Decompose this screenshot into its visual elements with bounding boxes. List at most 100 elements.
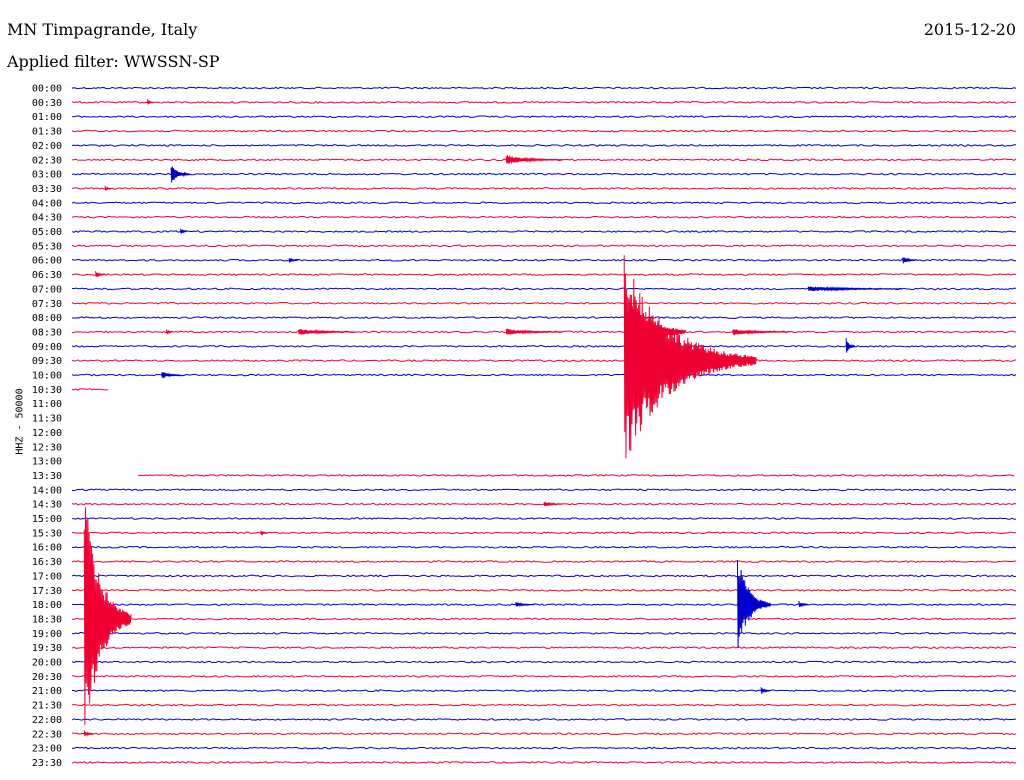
trace-row (72, 316, 1017, 320)
row-time-label: 16:30 (32, 557, 62, 568)
trace-row (71, 144, 1017, 147)
row-time-label: 07:30 (32, 299, 62, 310)
row-time-label: 18:30 (32, 614, 62, 625)
seismic-event (95, 270, 105, 278)
trace-row (71, 388, 109, 391)
seismic-event (161, 372, 181, 379)
row-time-label: 05:00 (32, 227, 62, 238)
trace-row (71, 689, 1017, 693)
seismic-events (83, 99, 917, 738)
row-time-label: 16:00 (32, 543, 62, 554)
seismic-event (505, 155, 563, 164)
trace-row (71, 732, 1017, 736)
seismic-event (543, 501, 563, 507)
trace-row (71, 230, 1017, 233)
trace-row (71, 201, 1017, 205)
trace-row (137, 474, 1015, 477)
seismic-event (737, 560, 771, 649)
trace-row (71, 517, 1017, 520)
seismic-event (298, 328, 356, 335)
trace-row (71, 344, 1017, 348)
row-time-label: 14:00 (32, 485, 62, 496)
trace-row (71, 172, 1017, 176)
trace-row (71, 761, 1017, 764)
row-time-label: 13:30 (32, 471, 62, 482)
trace-row (71, 244, 1017, 248)
trace-row (71, 717, 1017, 721)
trace-row (71, 100, 1017, 104)
helicorder-plot: 00:00 00:30 01:00 01:30 02:00 02:30 03:00 03:30… (32, 84, 1017, 769)
row-time-label: 02:30 (32, 155, 62, 166)
row-time-label: 09:00 (32, 342, 62, 353)
row-time-label: 23:00 (32, 744, 62, 755)
seismic-event (147, 99, 154, 105)
row-time-label: 15:00 (32, 514, 62, 525)
trace-row (71, 617, 1017, 621)
trace-row (71, 603, 1017, 606)
seismic-event (807, 286, 903, 292)
trace-row (71, 631, 1017, 635)
trace-row (71, 545, 1017, 549)
row-labels: 00:00 00:30 01:00 01:30 02:00 02:30 03:00 03:30… (32, 84, 62, 769)
row-time-label: 17:30 (32, 586, 62, 597)
row-time-label: 18:00 (32, 600, 62, 611)
row-time-label: 19:30 (32, 643, 62, 654)
trace-row (71, 560, 1017, 563)
seismic-event (260, 530, 268, 536)
row-time-label: 20:30 (32, 672, 62, 683)
seismic-event (623, 255, 757, 459)
seismic-event (505, 328, 563, 335)
trace-row (71, 746, 1017, 750)
row-time-label: 14:30 (32, 500, 62, 511)
row-time-label: 19:00 (32, 629, 62, 640)
row-time-label: 09:30 (32, 356, 62, 367)
seismic-event (732, 329, 790, 336)
trace-row (71, 273, 1017, 276)
row-time-label: 17:00 (32, 571, 62, 582)
trace-row (71, 86, 1017, 90)
seismic-event (165, 329, 173, 335)
seismic-event (760, 687, 771, 694)
row-time-label: 00:00 (32, 84, 62, 95)
row-time-label: 01:30 (32, 127, 62, 138)
trace-row (71, 574, 1017, 578)
trace-row (71, 674, 1017, 678)
trace-row (71, 531, 1017, 535)
row-time-label: 15:30 (32, 528, 62, 539)
row-time-label: 07:00 (32, 284, 62, 295)
trace-rows (71, 86, 1017, 764)
row-time-label: 13:00 (32, 457, 62, 468)
trace-row (71, 703, 1017, 707)
seismic-event (170, 166, 191, 183)
trace-row (71, 129, 1017, 133)
row-time-label: 05:30 (32, 241, 62, 252)
seismic-event (845, 338, 856, 353)
seismic-event (515, 602, 535, 608)
trace-row (71, 588, 1017, 592)
trace-row (71, 115, 1017, 119)
trace-row (71, 660, 1017, 664)
row-time-label: 00:30 (32, 98, 62, 109)
row-time-label: 22:00 (32, 715, 62, 726)
row-time-label: 02:00 (32, 141, 62, 152)
trace-row (71, 187, 1017, 190)
row-time-label: 21:00 (32, 686, 62, 697)
row-time-label: 20:00 (32, 658, 62, 669)
row-time-label: 10:00 (32, 371, 62, 382)
trace-row (71, 488, 1017, 492)
seismic-event (288, 257, 299, 263)
seismic-event (83, 730, 94, 738)
trace-row (71, 373, 1017, 377)
seismic-event (83, 507, 132, 726)
trace-row (71, 646, 1017, 650)
row-time-label: 03:00 (32, 170, 62, 181)
row-time-label: 23:30 (32, 758, 62, 769)
row-time-label: 11:30 (32, 414, 62, 425)
row-time-label: 12:30 (32, 442, 62, 453)
trace-row (71, 215, 1017, 219)
row-time-label: 08:00 (32, 313, 62, 324)
row-time-label: 12:00 (32, 428, 62, 439)
row-time-label: 10:30 (32, 385, 62, 396)
row-time-label: 08:30 (32, 327, 62, 338)
row-time-label: 22:30 (32, 729, 62, 740)
